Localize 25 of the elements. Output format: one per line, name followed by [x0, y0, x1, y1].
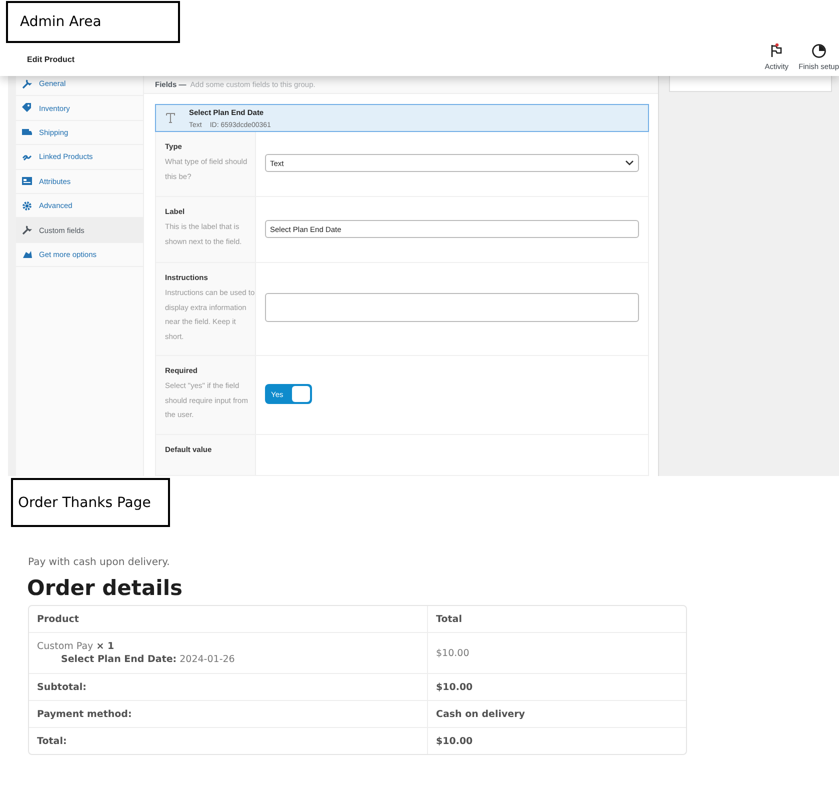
text-type-icon — [166, 113, 175, 124]
payment-note: Pay with cash upon delivery. — [28, 557, 171, 568]
progress-circle-icon — [810, 43, 827, 59]
instructions-textarea[interactable] — [265, 293, 639, 322]
column-header: Product — [29, 606, 427, 633]
tag-icon — [21, 102, 33, 114]
gear-icon — [21, 200, 33, 212]
page-title: Edit Product — [26, 55, 75, 66]
table-icon — [21, 175, 33, 188]
chevron-down-icon — [625, 160, 634, 166]
product-meta: Select Plan End Date: 2024-01-26 — [60, 654, 236, 665]
row-label: Subtotal: — [29, 674, 427, 701]
row-label: Total: — [36, 734, 68, 748]
table-cell: $10.00 — [427, 674, 686, 701]
order-details-heading: Order details — [27, 576, 184, 600]
row-label: Payment method: — [29, 701, 427, 728]
caption-label: Order Thanks Page — [11, 478, 170, 527]
column-header: Total — [427, 606, 686, 633]
table-cell: $10.00 — [427, 633, 686, 674]
table-cell: $10.00 — [427, 728, 686, 754]
wrench-icon — [21, 78, 33, 90]
table-cell: Cash on delivery — [427, 701, 686, 728]
wrench-icon — [21, 224, 33, 236]
caption-label: Admin Area — [6, 1, 180, 43]
product-name: Custom Pay × 1 — [37, 641, 116, 652]
